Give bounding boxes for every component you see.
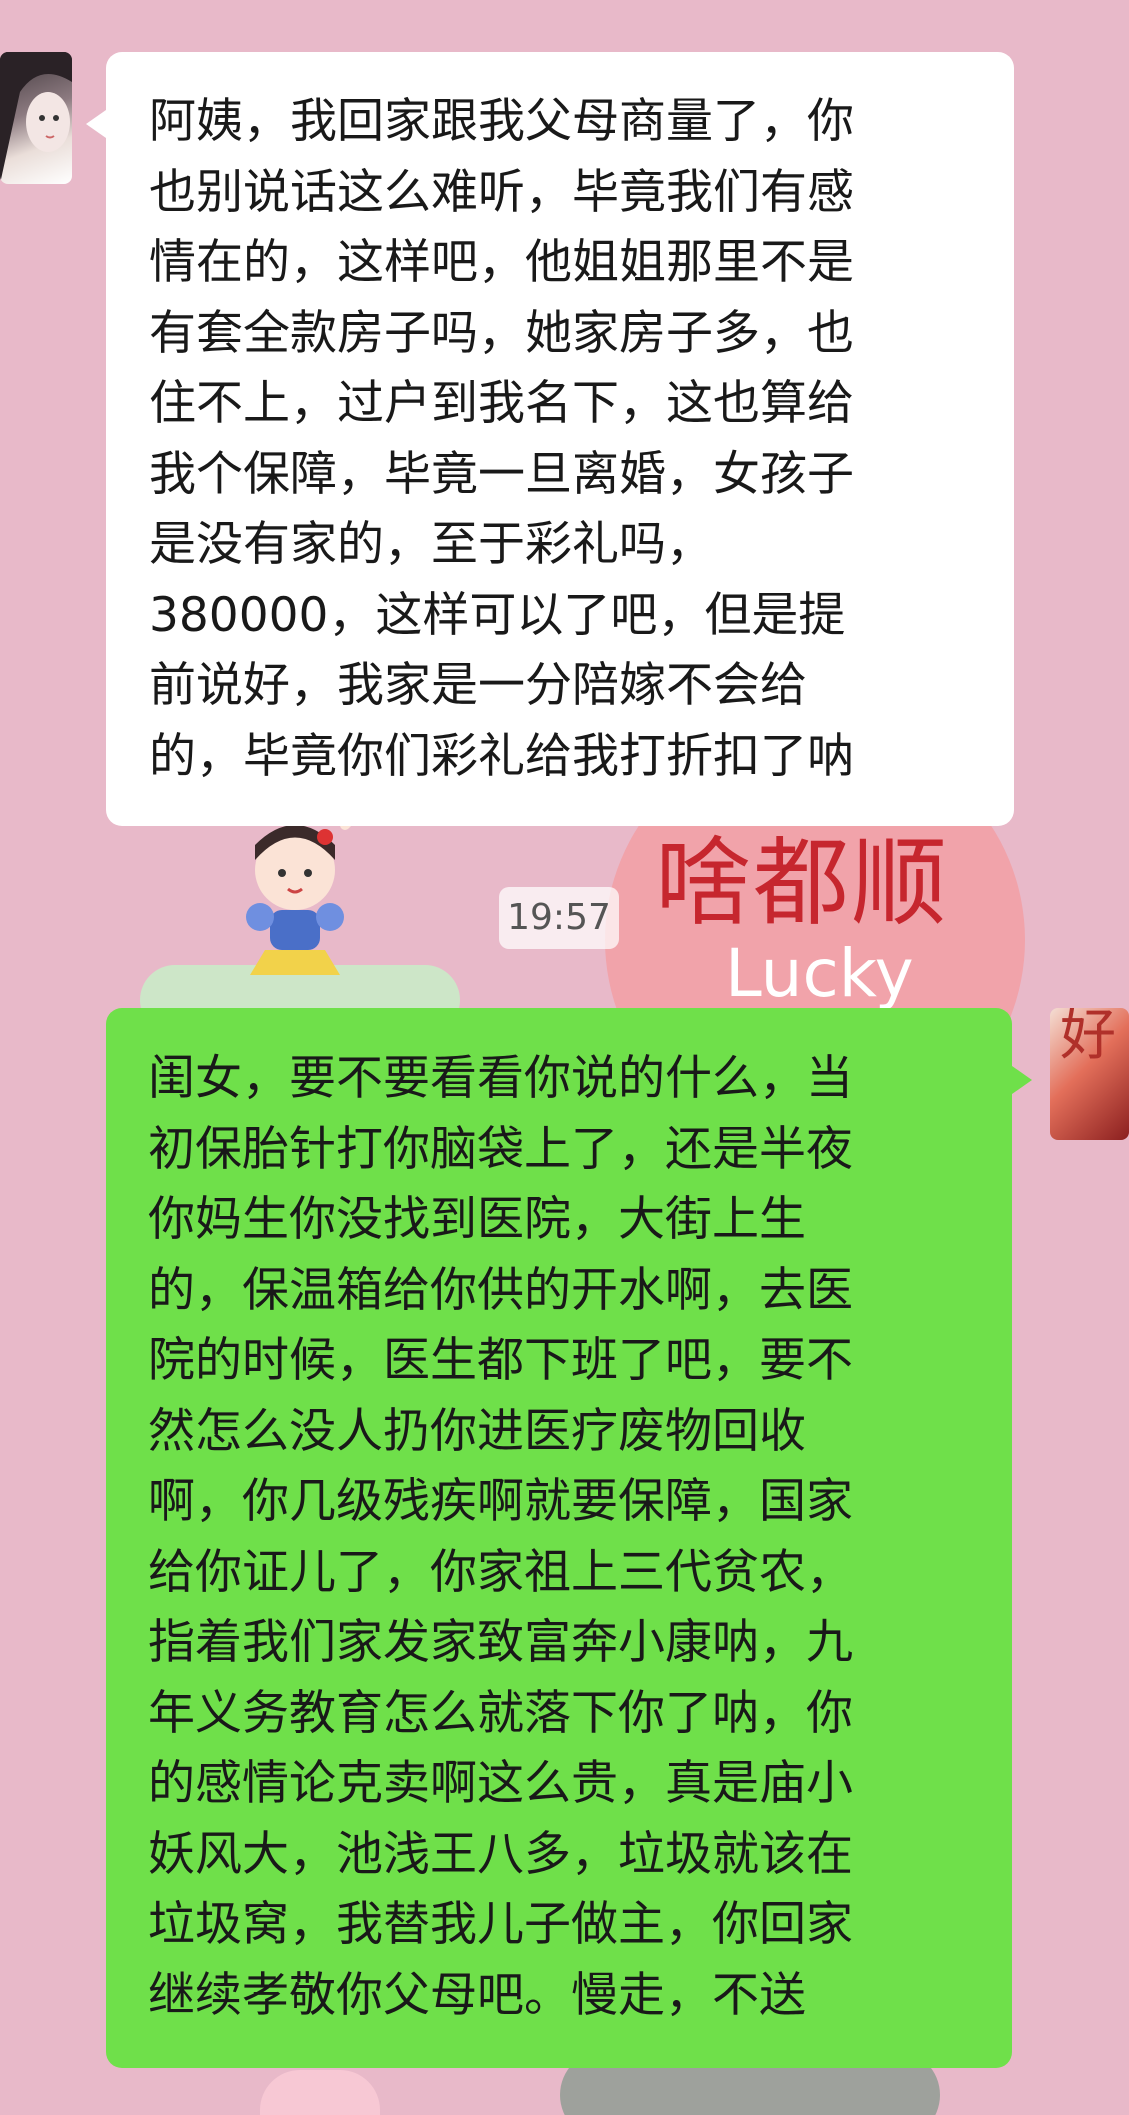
message-bubble-received[interactable]: 阿姨，我回家跟我父母商量了，你 也别说话这么难听，毕竟我们有感 情在的，这样吧，… xyxy=(86,52,1014,826)
chat-background: 啥都顺 Lucky 阿姨，我回家跟我父母商量了，你 也别说话这么难听，毕竟我们有… xyxy=(0,0,1129,2115)
self-avatar[interactable]: 好 xyxy=(1050,1008,1129,1140)
avatar-portrait-icon xyxy=(0,52,72,184)
avatar-character: 好 xyxy=(1060,1008,1116,1068)
message-timestamp: 19:57 xyxy=(499,887,619,949)
wallpaper-girl-illustration xyxy=(246,815,363,975)
wallpaper-sticker-subtext: Lucky xyxy=(725,935,914,1012)
message-text: 闺女，要不要看看你说的什么，当 初保胎针打你脑袋上了，还是半夜 你妈生你没找到医… xyxy=(148,1051,853,2023)
message-bubble-sent[interactable]: 闺女，要不要看看你说的什么，当 初保胎针打你脑袋上了，还是半夜 你妈生你没找到医… xyxy=(106,1008,1032,2068)
wallpaper-character-bottom xyxy=(260,2070,380,2115)
contact-avatar[interactable] xyxy=(0,52,72,184)
message-text: 阿姨，我回家跟我父母商量了，你 也别说话这么难听，毕竟我们有感 情在的，这样吧，… xyxy=(149,94,854,784)
